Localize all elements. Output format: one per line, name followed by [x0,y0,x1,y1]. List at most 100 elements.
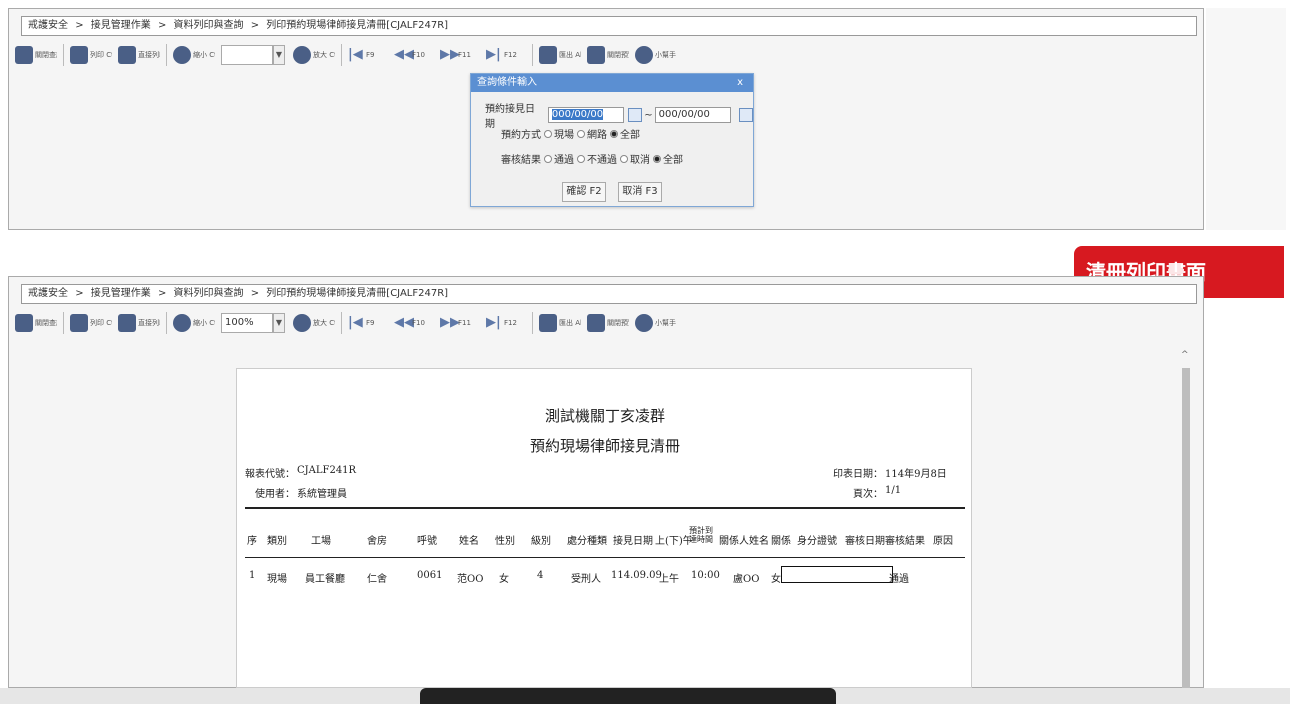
scrollbar[interactable] [1182,368,1190,688]
export-button[interactable]: 匯出 Alt+P [539,310,581,336]
helper-button[interactable]: 小幫手 F1 [635,310,677,336]
col-header: 呼號 [417,536,437,547]
prev-page-button[interactable]: ◀◀ F10 [394,42,434,68]
close-query-button[interactable]: 關閉查詢 Alt+F1 [15,310,57,336]
report-user: 系統管理員 [297,489,347,500]
last-page-button[interactable]: ▶| F12 [486,310,526,336]
last-page-icon: ▶| [486,47,501,62]
report-org: 測試機關丁亥凌群 [544,407,665,425]
col-header: 性別 [495,536,515,547]
table-cell: 1 [249,570,256,581]
table-cell: 上午 [659,574,679,585]
breadcrumb-sep: > [250,20,260,31]
col-header: 關係人姓名 [719,536,769,547]
redacted-id-box [781,566,893,583]
zoom-select[interactable] [221,45,273,65]
report-page: 測試機關丁亥凌群 預約現場律師接見清冊 報表代號： CJALF241R 使用者：… [236,368,972,688]
table-cell: 員工餐廳 [305,574,345,585]
method-radio-online[interactable] [577,129,585,138]
result-radio-cancel[interactable] [620,154,628,163]
zoom-in-button[interactable]: 放大 Ctrl + [293,310,335,336]
print-button[interactable]: 列印 Ctrl+P [70,310,112,336]
table-cell: 現場 [267,574,287,585]
direct-print-button[interactable]: 直接列印 Alt+F3 [118,310,160,336]
prev-page-button[interactable]: ◀◀ F10 [394,310,434,336]
result-radio-fail[interactable] [577,154,585,163]
prev-page-icon: ◀◀ [394,47,414,62]
zoom-in-button[interactable]: 放大 Ctrl + [293,42,335,68]
direct-print-button[interactable]: 直接列印 Alt+F3 [118,42,160,68]
table-cell: 0061 [417,570,443,581]
result-radio-pass[interactable] [544,154,552,163]
zoom-out-icon [173,314,191,332]
breadcrumb-item[interactable]: 戒護安全 [28,288,68,299]
chevron-down-icon[interactable]: ▼ [273,45,285,65]
breadcrumb-item[interactable]: 接見管理作業 [91,288,151,299]
cancel-button[interactable]: 取消 F3 [618,182,662,202]
close-preview-icon [587,314,605,332]
col-header: 身分證號 [797,536,837,547]
page-label: 頁次： [853,489,883,500]
next-page-button[interactable]: ▶▶ F11 [440,42,480,68]
report-toolbar: 關閉查詢 Alt+F1 列印 Ctrl+P 直接列印 Alt+F3 縮小 Ctr… [15,40,1203,70]
zoom-in-icon [293,314,311,332]
table-cell: 盧OO [733,574,760,585]
close-icon[interactable]: x [737,74,743,92]
breadcrumb-item[interactable]: 戒護安全 [28,20,68,31]
result-radio-all[interactable] [653,154,661,163]
col-header: 姓名 [459,536,479,547]
date-to-input[interactable]: 000/00/00 [654,107,732,123]
table-cell: 通過 [889,574,909,585]
next-page-button[interactable]: ▶▶ F11 [440,310,480,336]
zoom-out-button[interactable]: 縮小 Ctrl - [173,310,215,336]
page-number: 1/1 [885,485,902,496]
zoom-select[interactable]: 100% [221,313,273,333]
calendar-icon[interactable] [739,108,753,122]
side-band [1206,8,1286,230]
last-page-icon: ▶| [486,315,501,330]
report-code: CJALF241R [297,465,357,476]
header-rule [245,507,965,509]
close-preview-button[interactable]: 關閉預覽 Ctrl+Y [587,310,629,336]
scroll-up-icon[interactable]: ^ [1181,350,1189,360]
prev-page-icon: ◀◀ [394,315,414,330]
col-header: 工場 [311,536,331,547]
breadcrumb-item[interactable]: 資料列印與查詢 [174,288,244,299]
breadcrumb-sep: > [157,20,167,31]
col-header: 審核結果 [885,536,925,547]
breadcrumb-item[interactable]: 資料列印與查詢 [174,20,244,31]
col-header: 處分種類 [567,536,607,547]
col-header: 接見日期 [613,536,653,547]
table-cell: 10:00 [691,570,720,581]
helper-button[interactable]: 小幫手 F1 [635,42,677,68]
method-radio-onsite[interactable] [544,129,552,138]
close-query-button[interactable]: 關閉查詢 Alt+F1 [15,42,57,68]
method-row: 預約方式 現場 網路 全部 [501,126,640,141]
query-dialog: 查詢條件輸入 x 預約接見日期 000/00/00 ~ 000/00/00 預約… [470,73,754,207]
print-button[interactable]: 列印 Ctrl+P [70,42,112,68]
first-page-button[interactable]: |◀ F9 [348,310,388,336]
breadcrumb-item[interactable]: 接見管理作業 [91,20,151,31]
close-preview-button[interactable]: 關閉預覽 Ctrl+Y [587,42,629,68]
code-label: 報表代號： [245,469,295,480]
report-title: 預約現場律師接見清冊 [529,437,680,455]
table-cell: 仁舍 [367,574,387,585]
breadcrumb-sep: > [157,288,167,299]
method-radio-all[interactable] [610,129,618,138]
date-from-input[interactable]: 000/00/00 [547,107,625,123]
first-page-button[interactable]: |◀ F9 [348,42,388,68]
calendar-icon[interactable] [628,108,643,122]
last-page-button[interactable]: ▶| F12 [486,42,526,68]
export-icon [539,314,557,332]
bottom-caption-bar [420,688,836,704]
col-header: 舍房 [367,536,387,547]
col-header: 預計到達時間 [689,526,713,544]
query-icon [15,314,33,332]
table-cell: 女 [771,574,781,585]
zoom-out-button[interactable]: 縮小 Ctrl - [173,42,215,68]
export-button[interactable]: 匯出 Alt+P [539,42,581,68]
confirm-button[interactable]: 確認 F2 [562,182,606,202]
chevron-down-icon[interactable]: ▼ [273,313,285,333]
first-page-icon: |◀ [348,47,363,62]
query-icon [15,46,33,64]
